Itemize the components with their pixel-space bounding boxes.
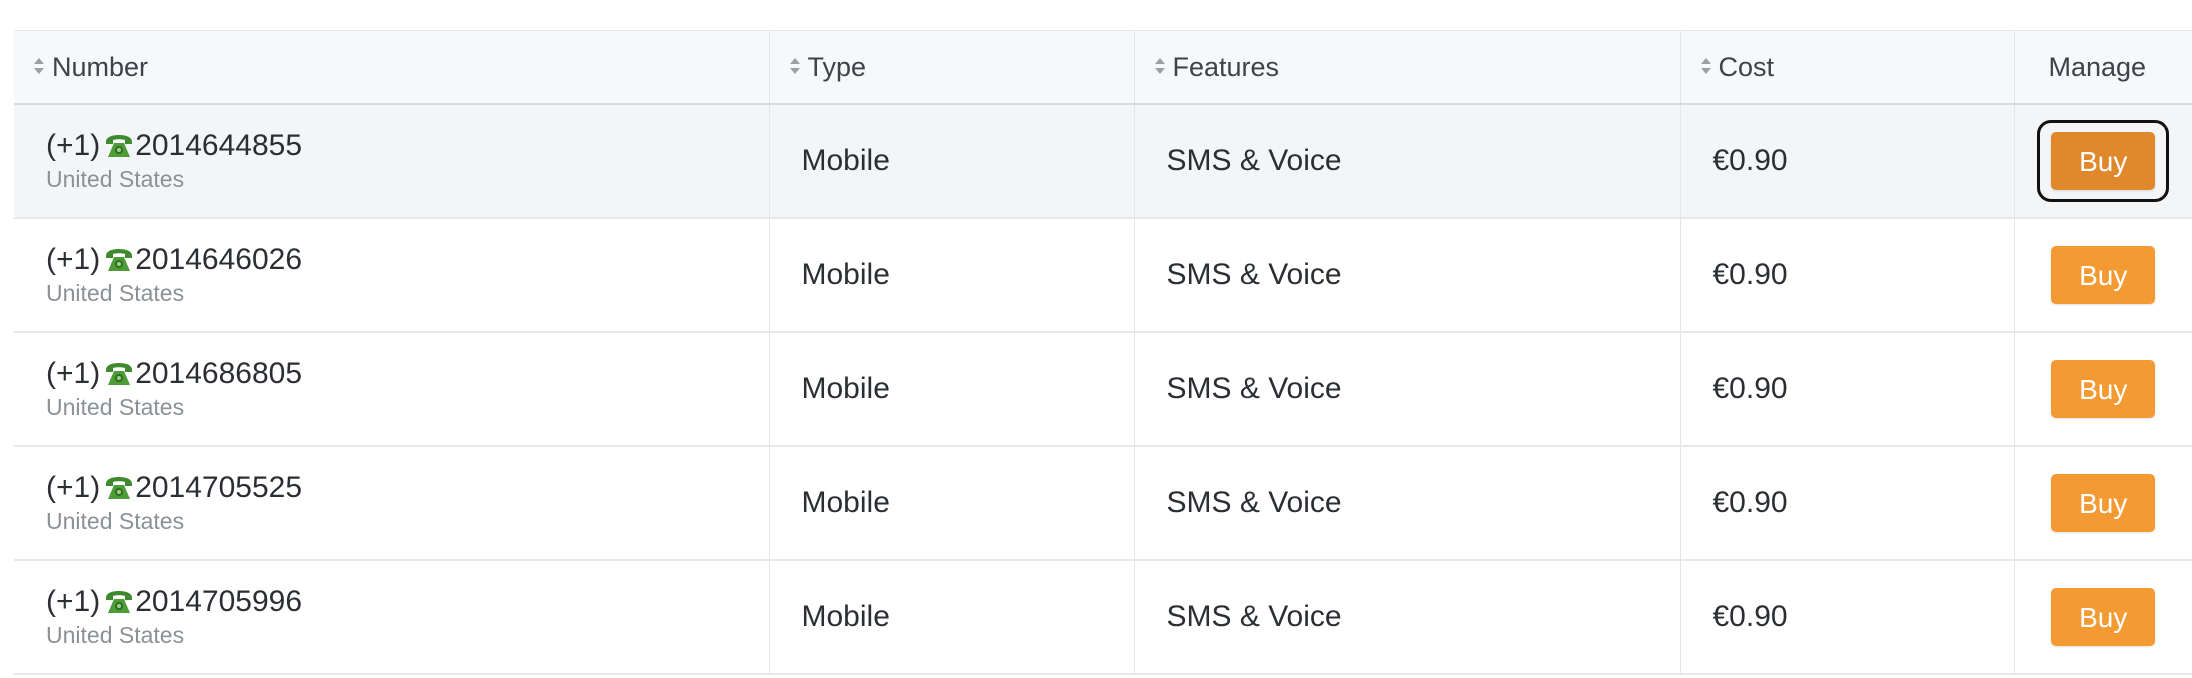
features-cell: SMS & Voice	[1134, 104, 1681, 219]
type-cell: Mobile	[769, 446, 1135, 561]
telephone-icon	[104, 247, 134, 275]
manage-cell: Buy	[2014, 332, 2192, 447]
table-row: (+1) 2014644855 United States Mobile SMS …	[14, 104, 2192, 219]
column-header-features-label: Features	[1172, 51, 1280, 82]
table-row: (+1) 2014686805 United States Mobile SMS …	[14, 332, 2192, 447]
type-cell: Mobile	[769, 332, 1135, 447]
number-cell: (+1) 2014646026 United States	[14, 218, 770, 333]
column-header-type[interactable]: Type	[769, 30, 1135, 104]
numbers-table: Number Type Features Cost Manage (+1) 20…	[14, 30, 2192, 675]
column-header-cost-label: Cost	[1718, 51, 1775, 82]
column-header-manage-label: Manage	[2048, 51, 2147, 82]
number-cell: (+1) 2014644855 United States	[14, 104, 770, 219]
country-name: United States	[46, 394, 185, 420]
buy-button[interactable]: Buy	[2051, 132, 2156, 190]
buy-button[interactable]: Buy	[2051, 246, 2156, 304]
cost-cell: €0.90	[1680, 560, 2015, 675]
table-row: (+1) 2014705525 United States Mobile SMS …	[14, 446, 2192, 561]
table-row: (+1) 2014705996 United States Mobile SMS …	[14, 560, 2192, 675]
manage-cell: Buy	[2014, 218, 2192, 333]
column-header-number[interactable]: Number	[14, 30, 770, 104]
buy-button[interactable]: Buy	[2051, 474, 2156, 532]
type-cell: Mobile	[769, 560, 1135, 675]
manage-cell: Buy	[2014, 104, 2192, 219]
sort-icon[interactable]	[1153, 55, 1167, 77]
cost-cell: €0.90	[1680, 104, 2015, 219]
phone-number: 2014705996	[135, 585, 303, 618]
features-cell: SMS & Voice	[1134, 332, 1681, 447]
telephone-icon	[104, 475, 134, 503]
cost-cell: €0.90	[1680, 332, 2015, 447]
column-header-manage: Manage	[2014, 31, 2192, 105]
type-cell: Mobile	[769, 218, 1135, 333]
manage-cell: Buy	[2014, 560, 2192, 675]
features-cell: SMS & Voice	[1134, 218, 1681, 333]
features-cell: SMS & Voice	[1134, 446, 1681, 561]
country-code: (+1)	[46, 357, 101, 390]
column-header-type-label: Type	[807, 51, 867, 82]
telephone-icon	[104, 361, 134, 389]
number-cell: (+1) 2014705525 United States	[14, 446, 770, 561]
column-header-features[interactable]: Features	[1134, 30, 1681, 104]
numbers-table-container: Number Type Features Cost Manage (+1) 20…	[14, 30, 2192, 675]
number-cell: (+1) 2014686805 United States	[14, 332, 770, 447]
cost-cell: €0.90	[1680, 218, 2015, 333]
phone-number: 2014705525	[135, 471, 303, 504]
country-name: United States	[46, 508, 185, 534]
table-header-row: Number Type Features Cost Manage	[14, 30, 2192, 105]
focus-ring: Buy	[2037, 120, 2170, 202]
manage-cell: Buy	[2014, 446, 2192, 561]
cost-cell: €0.90	[1680, 446, 2015, 561]
country-code: (+1)	[46, 585, 101, 618]
telephone-icon	[104, 133, 134, 161]
sort-icon[interactable]	[32, 55, 46, 77]
phone-number: 2014686805	[135, 357, 303, 390]
buy-button[interactable]: Buy	[2051, 588, 2156, 646]
country-code: (+1)	[46, 129, 101, 162]
table-row: (+1) 2014646026 United States Mobile SMS …	[14, 218, 2192, 333]
column-header-cost[interactable]: Cost	[1680, 30, 2015, 104]
sort-icon[interactable]	[1699, 55, 1713, 77]
country-code: (+1)	[46, 471, 101, 504]
phone-number: 2014646026	[135, 243, 303, 276]
country-name: United States	[46, 622, 185, 648]
type-cell: Mobile	[769, 104, 1135, 219]
country-name: United States	[46, 280, 185, 306]
country-code: (+1)	[46, 243, 101, 276]
telephone-icon	[104, 589, 134, 617]
buy-button[interactable]: Buy	[2051, 360, 2156, 418]
country-name: United States	[46, 166, 185, 192]
features-cell: SMS & Voice	[1134, 560, 1681, 675]
sort-icon[interactable]	[788, 55, 802, 77]
column-header-number-label: Number	[52, 51, 149, 82]
phone-number: 2014644855	[135, 129, 303, 162]
number-cell: (+1) 2014705996 United States	[14, 560, 770, 675]
